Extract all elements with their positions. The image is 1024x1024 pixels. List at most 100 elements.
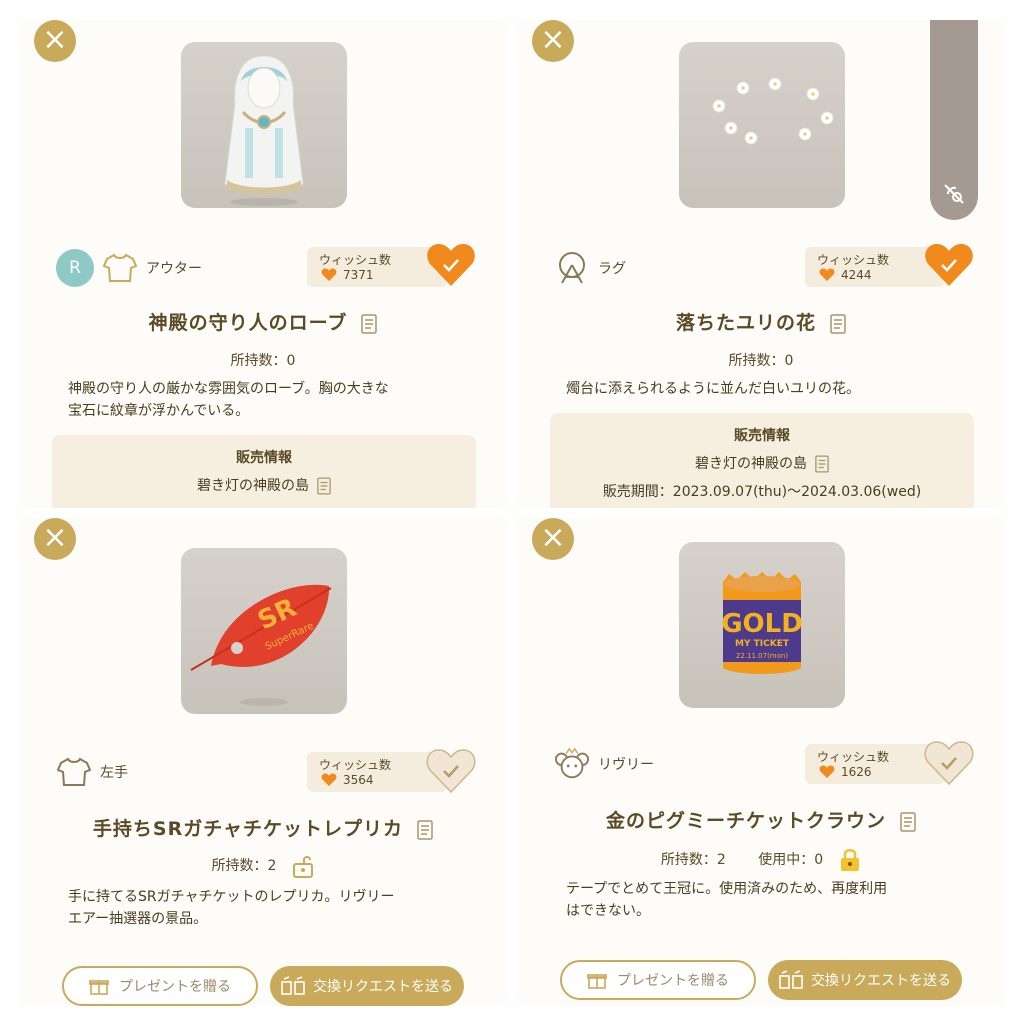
- heart-icon: [321, 773, 337, 786]
- scroll-handle[interactable]: [930, 20, 978, 220]
- category-label: ラグ: [598, 261, 626, 277]
- sale-shop-name[interactable]: 碧き灯の神殿の島: [197, 478, 309, 494]
- wish-count-value: 3564: [343, 773, 374, 787]
- wish-count-title: ウィッシュ数: [319, 758, 392, 772]
- wish-count-row: 4244: [819, 268, 872, 282]
- in-use-count: 使用中：0: [758, 852, 824, 868]
- item-detail-card-lily: × ラグ ウィッシュ数 4244 落ちたユリの花 所持数：0 燭台に添えられるよ…: [518, 20, 1004, 508]
- item-detail-card-robe: × R アウター ウィッシュ数 7371 神殿の守り人のローブ 所持数：0 神殿…: [20, 20, 506, 508]
- gold-ticket-crown-image: GOLD MY TICKET 22.11.07(mon): [721, 572, 803, 674]
- shirt-icon: [56, 754, 92, 790]
- wish-count-title: ウィッシュ数: [319, 253, 392, 267]
- wish-count-row: 7371: [321, 268, 374, 282]
- send-present-button[interactable]: プレゼントを贈る: [62, 966, 258, 1006]
- item-title-row: 金のピグミーチケットクラウン: [518, 806, 1004, 833]
- description-line: エアー抽選器の景品。: [68, 911, 208, 927]
- wish-count-title: ウィッシュ数: [817, 253, 890, 267]
- crown-my-ticket-text: MY TICKET: [735, 639, 790, 649]
- wish-heart-button[interactable]: [924, 740, 974, 786]
- category-label: アウター: [146, 261, 202, 277]
- item-title: 神殿の守り人のローブ: [148, 312, 348, 334]
- wish-heart-button[interactable]: [426, 748, 476, 794]
- livly-icon: [554, 746, 590, 782]
- item-title-row: 落ちたユリの花: [518, 308, 1004, 335]
- item-title: 落ちたユリの花: [675, 312, 816, 334]
- hide-icon[interactable]: [942, 182, 966, 206]
- lily-flowers-image: [712, 77, 834, 145]
- gift-icon: [89, 980, 109, 995]
- owned-count: 所持数：2: [660, 852, 726, 868]
- crown-gold-text: GOLD: [721, 609, 803, 639]
- document-icon[interactable]: [417, 819, 433, 840]
- close-button[interactable]: ×: [532, 518, 574, 560]
- description-line: テープでとめて王冠に。使用済みのため、再度利用: [566, 881, 888, 897]
- item-thumbnail: SR SuperRare: [181, 548, 347, 714]
- wish-count-row: 1626: [819, 765, 872, 779]
- owned-count: 所持数：0: [230, 353, 296, 369]
- category-row: R アウター: [56, 249, 202, 287]
- send-present-button[interactable]: プレゼントを贈る: [560, 960, 756, 1000]
- item-title: 金のピグミーチケットクラウン: [605, 810, 886, 832]
- send-present-label: プレゼントを贈る: [617, 973, 729, 989]
- heart-icon: [819, 765, 835, 778]
- document-icon[interactable]: [361, 313, 378, 334]
- description-line: 燭台に添えられるように並んだ白いユリの花。: [566, 381, 860, 397]
- description-line: 宝石に紋章が浮かんでいる。: [68, 403, 250, 419]
- owned-row: 所持数：2 使用中：0: [518, 848, 1004, 872]
- description-line: 手に持てるSRガチャチケットのレプリカ。リヴリー: [68, 889, 395, 905]
- document-icon[interactable]: [900, 811, 916, 832]
- sale-info-title: 販売情報: [734, 428, 790, 444]
- wish-heart-button[interactable]: [924, 242, 974, 288]
- heart-icon: [321, 268, 337, 281]
- description-line: はできない。: [566, 903, 650, 919]
- send-present-label: プレゼントを贈る: [119, 979, 231, 995]
- unlock-icon[interactable]: [292, 854, 314, 878]
- exchange-request-button[interactable]: 交換リクエストを送る: [270, 966, 464, 1006]
- description-line: 神殿の守り人の厳かな雰囲気のローブ。胸の大きな: [68, 381, 389, 397]
- close-button[interactable]: ×: [34, 518, 76, 560]
- item-description: テープでとめて王冠に。使用済みのため、再度利用 はできない。: [566, 878, 966, 922]
- sale-period: 販売期間：2023.09.07(thu)〜2024.03.06(wed): [602, 484, 922, 500]
- wish-count-value: 7371: [343, 268, 374, 282]
- item-description: 手に持てるSRガチャチケットのレプリカ。リヴリー エアー抽選器の景品。: [68, 886, 468, 930]
- close-button[interactable]: ×: [34, 20, 76, 62]
- item-detail-card-sr-ticket: × SR SuperRare 左手 ウィッシュ数 3564 手持ちSRガチャチケ…: [20, 518, 506, 1006]
- wish-heart-button[interactable]: [426, 242, 476, 288]
- wish-count-title: ウィッシュ数: [817, 750, 890, 764]
- heart-icon: [819, 268, 835, 281]
- document-icon[interactable]: [815, 455, 829, 473]
- item-title-row: 手持ちSRガチャチケットレプリカ: [20, 814, 506, 841]
- sale-info-box: 販売情報 碧き灯の神殿の島 販売期間：2023.09.07(thu)〜2024.…: [550, 413, 974, 508]
- item-thumbnail: GOLD MY TICKET 22.11.07(mon): [679, 542, 845, 708]
- document-icon[interactable]: [317, 477, 331, 495]
- rug-icon: [554, 250, 590, 286]
- wish-count-value: 1626: [841, 765, 872, 779]
- category-row: ラグ: [554, 250, 626, 286]
- lock-icon[interactable]: [839, 848, 861, 872]
- exchange-request-button[interactable]: 交換リクエストを送る: [768, 960, 962, 1000]
- category-row: リヴリー: [554, 746, 654, 782]
- document-icon[interactable]: [830, 313, 846, 334]
- sale-shop-name[interactable]: 碧き灯の神殿の島: [695, 456, 807, 472]
- owned-count: 所持数：0: [728, 353, 794, 369]
- sale-info-title: 販売情報: [236, 450, 292, 466]
- item-title: 手持ちSRガチャチケットレプリカ: [92, 818, 404, 840]
- category-label: リヴリー: [598, 757, 654, 773]
- owned-row: 所持数：2: [20, 854, 506, 878]
- sale-shop-row: 碧き灯の神殿の島: [550, 453, 974, 473]
- item-detail-card-gold-crown: × GOLD MY TICKET 22.11.07(mon) リヴリー ウィッシ…: [518, 518, 1004, 1006]
- shirt-icon: [102, 250, 138, 286]
- close-button[interactable]: ×: [532, 20, 574, 62]
- sr-leaf-ticket-image: SR SuperRare: [190, 584, 332, 706]
- exchange-icon: [779, 970, 803, 989]
- wish-count-value: 4244: [841, 268, 872, 282]
- sale-shop-row: 碧き灯の神殿の島: [52, 475, 476, 495]
- category-row: 左手: [56, 754, 128, 790]
- gift-icon: [587, 974, 607, 989]
- item-description: 燭台に添えられるように並んだ白いユリの花。: [566, 378, 966, 400]
- robe-image: [224, 55, 304, 206]
- owned-count: 所持数：2: [211, 858, 277, 874]
- exchange-request-label: 交換リクエストを送る: [811, 973, 951, 989]
- rarity-badge: R: [56, 249, 94, 287]
- wish-count-row: 3564: [321, 773, 374, 787]
